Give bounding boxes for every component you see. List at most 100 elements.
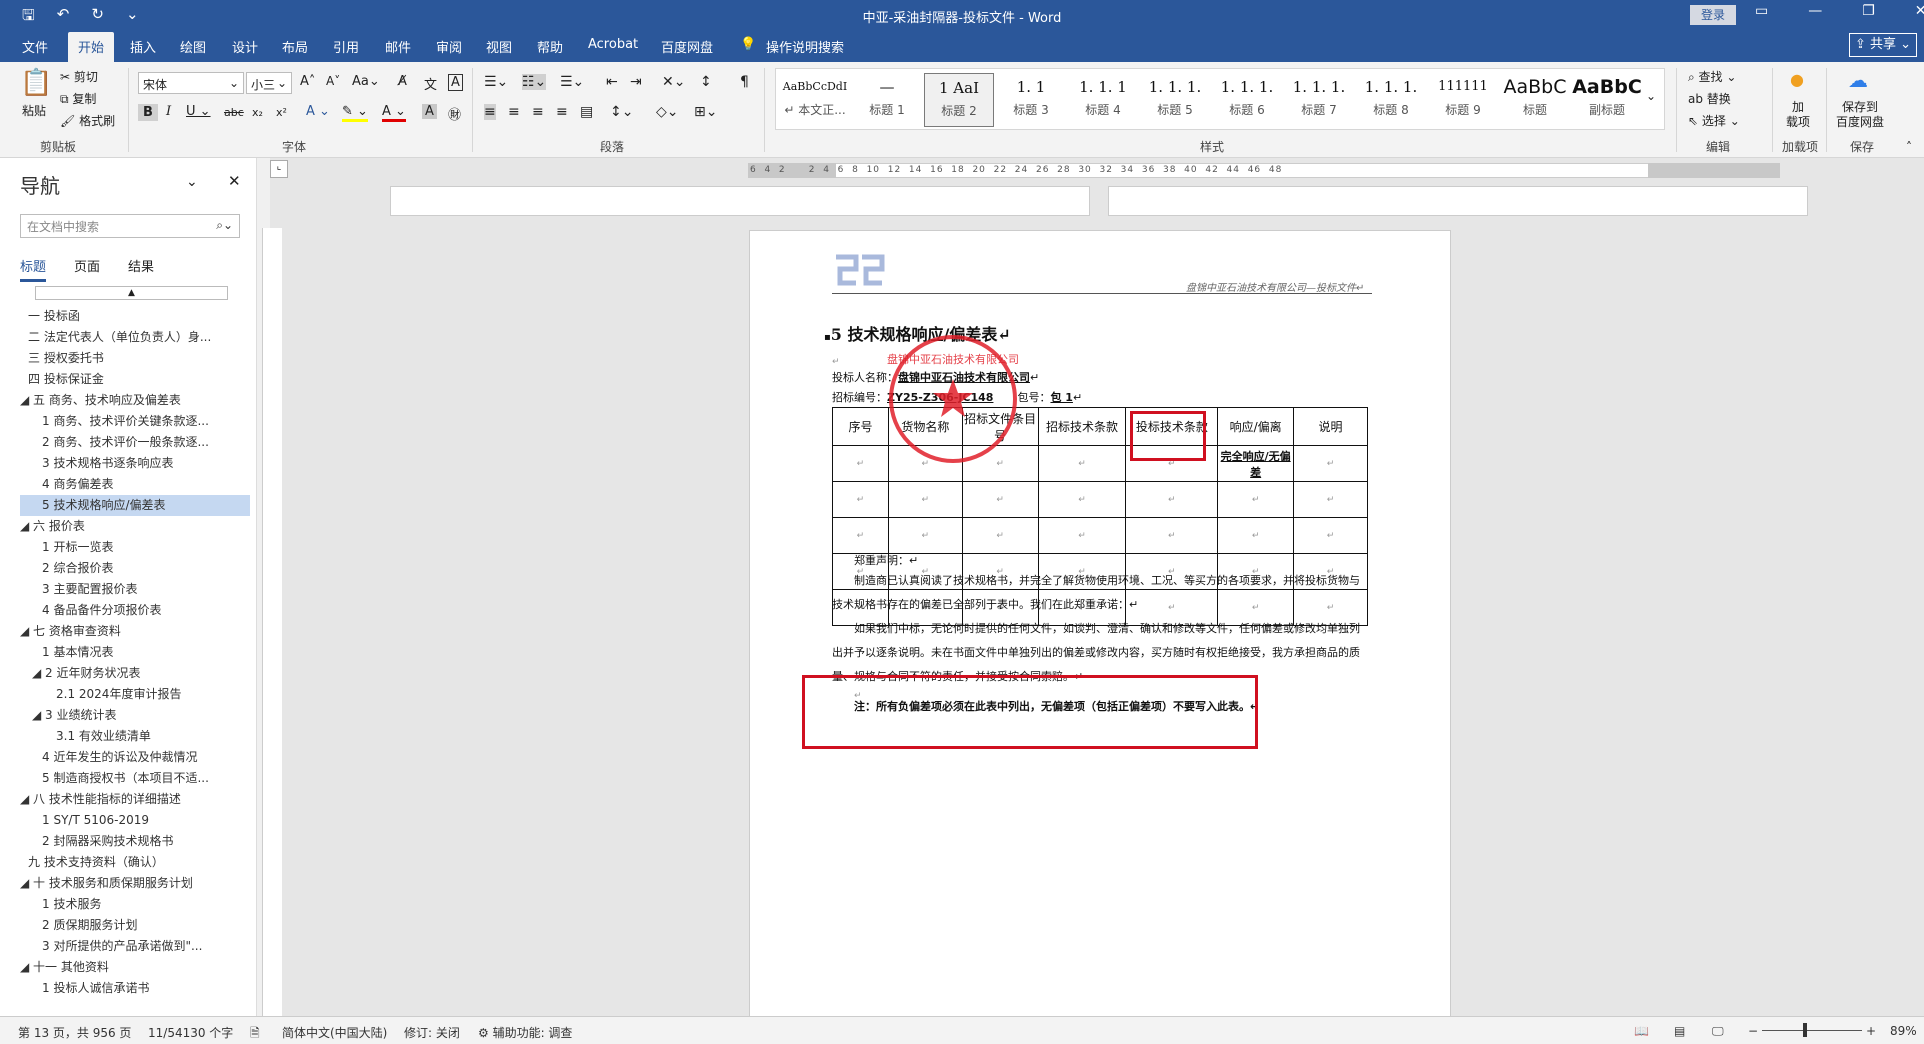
- collapse-ribbon-icon[interactable]: ˄: [1906, 140, 1912, 154]
- clear-format-icon[interactable]: A̸: [398, 74, 407, 89]
- nav-heading-item[interactable]: ◢ 2 近年财务状况表: [20, 663, 250, 684]
- word-count[interactable]: 11/54130 个字: [148, 1024, 233, 1041]
- shrink-font-icon[interactable]: A˅: [326, 74, 340, 88]
- share-button[interactable]: ⇪ 共享 ⌄: [1849, 33, 1917, 57]
- tab-mailings[interactable]: 邮件: [385, 37, 411, 56]
- numbering-icon[interactable]: ☷⌄: [522, 74, 547, 90]
- style-heading3[interactable]: 1. 1 标题 3: [996, 73, 1066, 127]
- show-marks-icon[interactable]: ¶: [740, 74, 749, 90]
- nav-heading-item[interactable]: 一 投标函: [20, 306, 250, 327]
- tab-acrobat[interactable]: Acrobat: [588, 37, 638, 52]
- vertical-ruler[interactable]: [262, 228, 282, 1016]
- nav-heading-item[interactable]: 1 SY/T 5106-2019: [20, 810, 250, 831]
- nav-heading-item[interactable]: 2 质保期服务计划: [20, 915, 250, 936]
- style-heading8[interactable]: 1. 1. 1. 标题 8: [1356, 73, 1426, 127]
- borders-icon[interactable]: ⊞⌄: [694, 104, 717, 120]
- table-cell[interactable]: ↵: [832, 481, 889, 518]
- multilevel-list-icon[interactable]: ☰⌄: [560, 74, 584, 90]
- style-subtitle[interactable]: AaBbC 副标题: [1572, 73, 1642, 127]
- strikethrough-button[interactable]: abc: [224, 106, 244, 119]
- character-shading-icon[interactable]: A: [422, 104, 437, 119]
- tab-help[interactable]: 帮助: [537, 37, 563, 56]
- table-cell[interactable]: ↵: [1125, 481, 1219, 518]
- decrease-indent-icon[interactable]: ⇤: [606, 74, 618, 90]
- web-layout-icon[interactable]: 🖵: [1712, 1024, 1724, 1039]
- nav-heading-item[interactable]: 3.1 有效业绩清单: [20, 726, 250, 747]
- copy-button[interactable]: ⧉ 复制: [60, 90, 96, 107]
- increase-indent-icon[interactable]: ⇥: [630, 74, 642, 90]
- table-cell[interactable]: ↵: [1037, 445, 1127, 482]
- tab-design[interactable]: 设计: [232, 37, 258, 56]
- close-icon[interactable]: ✕: [1915, 3, 1924, 19]
- justify-icon[interactable]: ≡: [556, 104, 568, 120]
- page-count[interactable]: 第 13 页，共 956 页: [18, 1024, 131, 1041]
- tab-selector[interactable]: ⌞: [270, 160, 288, 178]
- nav-heading-item[interactable]: ◢ 十一 其他资料: [20, 957, 250, 978]
- align-left-icon[interactable]: ≡: [484, 104, 496, 120]
- superscript-button[interactable]: x²: [276, 106, 287, 119]
- nav-heading-item[interactable]: 1 投标人诚信承诺书: [20, 978, 250, 999]
- track-changes-status[interactable]: 修订: 关闭: [404, 1024, 460, 1041]
- zoom-in-button[interactable]: +: [1866, 1024, 1876, 1038]
- bold-button[interactable]: B: [138, 104, 158, 121]
- table-cell[interactable]: ↵: [1217, 481, 1295, 518]
- phonetic-guide-icon[interactable]: 文: [424, 74, 437, 93]
- tab-pages[interactable]: 页面: [74, 256, 100, 282]
- align-center-icon[interactable]: ≡: [508, 104, 520, 120]
- language-status[interactable]: 简体中文(中国大陆): [282, 1024, 387, 1041]
- tab-results[interactable]: 结果: [128, 256, 154, 282]
- style-title[interactable]: AaBbC 标题: [1500, 73, 1570, 127]
- nav-heading-item[interactable]: 四 投标保证金: [20, 369, 250, 390]
- nav-heading-item[interactable]: 1 技术服务: [20, 894, 250, 915]
- align-right-icon[interactable]: ≡: [532, 104, 544, 120]
- style-heading4[interactable]: 1. 1. 1 标题 4: [1068, 73, 1138, 127]
- change-case-icon[interactable]: Aa⌄: [352, 74, 380, 89]
- restore-icon[interactable]: ❐: [1862, 3, 1875, 19]
- paste-button[interactable]: 粘贴: [22, 102, 46, 119]
- table-cell[interactable]: ↵: [832, 445, 889, 482]
- ribbon-display-icon[interactable]: ▭: [1755, 3, 1768, 19]
- nav-heading-item[interactable]: 5 制造商授权书（本项目不适...: [20, 768, 250, 789]
- nav-heading-item[interactable]: 2.1 2024年度审计报告: [20, 684, 250, 705]
- nav-heading-item[interactable]: 2 封隔器采购技术规格书: [20, 831, 250, 852]
- line-spacing-icon[interactable]: ↕⌄: [610, 104, 633, 120]
- document-page[interactable]: 盘锦中亚石油技术有限公司—投标文件↵ ▪5 技术规格响应/偏差表↵ ↵ 投标人名…: [749, 230, 1451, 1016]
- nav-heading-item[interactable]: 5 技术规格响应/偏差表: [20, 495, 250, 516]
- addins-icon[interactable]: ●: [1790, 70, 1804, 89]
- search-icon[interactable]: ⌕⌄: [216, 218, 233, 233]
- style-heading9[interactable]: 111111 标题 9: [1428, 73, 1498, 127]
- table-cell[interactable]: ↵: [1037, 481, 1127, 518]
- read-mode-icon[interactable]: 📖: [1634, 1024, 1649, 1038]
- shading-icon[interactable]: ◇⌄: [656, 104, 679, 120]
- tab-insert[interactable]: 插入: [130, 37, 156, 56]
- underline-button[interactable]: U ⌄: [186, 104, 211, 119]
- proofing-icon[interactable]: 🗎: [250, 1024, 260, 1044]
- nav-heading-item[interactable]: ◢ 十 技术服务和质保期服务计划: [20, 873, 250, 894]
- table-cell[interactable]: 完全响应/无偏差: [1217, 445, 1295, 482]
- tell-me-search[interactable]: 操作说明搜索: [766, 37, 844, 56]
- text-effects-icon[interactable]: A ⌄: [306, 104, 330, 119]
- nav-heading-item[interactable]: 二 法定代表人（单位负责人）身...: [20, 327, 250, 348]
- font-size-select[interactable]: 小三 ⌄: [246, 72, 292, 94]
- tab-draw[interactable]: 绘图: [180, 37, 206, 56]
- tab-headings[interactable]: 标题: [20, 256, 47, 282]
- format-painter-button[interactable]: 🖌 格式刷: [60, 112, 115, 129]
- tab-references[interactable]: 引用: [333, 37, 359, 56]
- paste-icon[interactable]: 📋: [20, 68, 52, 98]
- nav-heading-item[interactable]: 3 技术规格书逐条响应表: [20, 453, 250, 474]
- nav-heading-item[interactable]: 4 商务偏差表: [20, 474, 250, 495]
- accessibility-status[interactable]: ⚙ 辅助功能: 调查: [478, 1024, 572, 1041]
- tab-review[interactable]: 审阅: [436, 37, 462, 56]
- save-to-baidu-button[interactable]: 保存到 百度网盘: [1836, 100, 1884, 130]
- nav-heading-item[interactable]: 1 基本情况表: [20, 642, 250, 663]
- style-heading2[interactable]: 1 AaI 标题 2: [924, 73, 994, 127]
- bullets-icon[interactable]: ☰⌄: [484, 74, 508, 90]
- font-name-select[interactable]: 宋体 ⌄: [138, 72, 244, 94]
- nav-search-input[interactable]: 在文档中搜索 ⌕⌄: [20, 214, 240, 238]
- table-cell[interactable]: ↵: [1293, 481, 1368, 518]
- print-layout-icon[interactable]: ▤: [1674, 1024, 1685, 1038]
- table-cell[interactable]: ↵: [1293, 445, 1368, 482]
- nav-heading-item[interactable]: 4 近年发生的诉讼及仲裁情况: [20, 747, 250, 768]
- subscript-button[interactable]: x₂: [252, 106, 263, 119]
- table-cell[interactable]: ↵: [961, 481, 1039, 518]
